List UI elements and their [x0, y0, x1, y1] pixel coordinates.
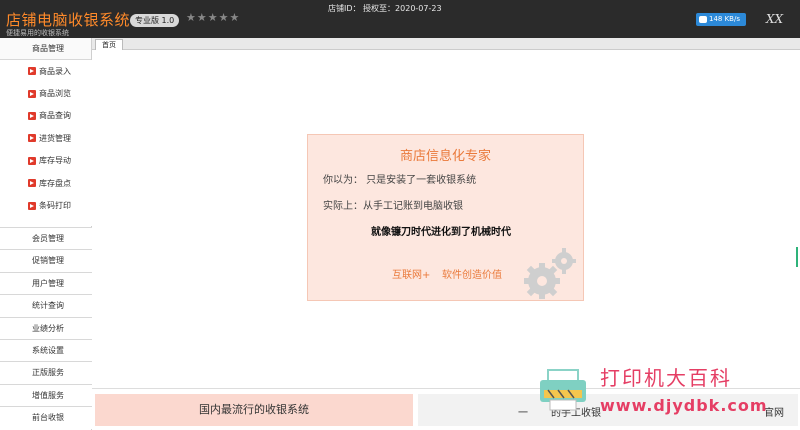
- watermark: 打印机大百科 www.djydbk.com: [520, 360, 800, 430]
- sidebar-item-label: 进货管理: [39, 133, 71, 143]
- sidebar-item-label: 商品录入: [39, 66, 71, 76]
- sidebar-item-members[interactable]: 会员管理: [0, 227, 92, 250]
- sidebar-item-performance[interactable]: 业绩分析: [0, 316, 92, 339]
- version-badge: 专业版 1.0: [130, 14, 180, 27]
- sidebar-item-goods-entry[interactable]: 商品录入: [0, 60, 92, 82]
- sidebar-item-purchase[interactable]: 进货管理: [0, 127, 92, 149]
- app-subtitle: 便捷易用的收银系统: [6, 29, 69, 37]
- arrow-right-icon: [28, 89, 36, 98]
- sidebar-item-label: 库存导动: [39, 156, 71, 166]
- network-speed: 148 KB/s: [709, 15, 740, 23]
- app-title: 店铺电脑收银系统: [6, 11, 131, 29]
- arrow-right-icon: [28, 201, 36, 210]
- gears-icon: [524, 248, 576, 299]
- sidebar-item-label: 商品浏览: [39, 89, 71, 99]
- arrow-right-icon: [28, 179, 36, 188]
- card-line-bold: 就像镰刀时代进化到了机械时代: [371, 227, 511, 238]
- sidebar-item-pos[interactable]: 前台收银: [0, 406, 92, 429]
- card-line: 实际上：从手工记账到电脑收银: [323, 201, 463, 212]
- arrow-right-icon: [28, 134, 36, 143]
- watermark-url: www.djydbk.com: [600, 396, 768, 415]
- sidebar-item-license[interactable]: 正版服务: [0, 361, 92, 384]
- sidebar-item-goods-browse[interactable]: 商品浏览: [0, 82, 92, 104]
- promo-card: 商店信息化专家 你以为： 只是安装了一套收银系统 实际上：从手工记账到电脑收银 …: [307, 134, 584, 301]
- close-button[interactable]: XX: [766, 12, 783, 26]
- sidebar-item-statistics[interactable]: 统计查询: [0, 294, 92, 317]
- printer-icon: [540, 369, 586, 411]
- scrollbar-thumb[interactable]: [796, 247, 798, 267]
- goods-submenu: 商品录入 商品浏览 商品查询 进货管理 库存导动 库存盘点 条码打印 ▼: [0, 60, 92, 245]
- card-footer-value: 软件创造价值: [442, 270, 502, 281]
- sidebar-section-goods[interactable]: 商品管理: [0, 38, 91, 60]
- banner-popular-system[interactable]: 国内最流行的收银系统: [95, 394, 413, 426]
- cloud-icon: [699, 16, 707, 23]
- title-bar: 店铺电脑收银系统 便捷易用的收银系统 专业版 1.0 ★★★★★ 店铺ID： 授…: [0, 0, 800, 38]
- sidebar-item-settings[interactable]: 系统设置: [0, 338, 92, 362]
- arrow-right-icon: [28, 156, 36, 165]
- sidebar-item-label: 条码打印: [39, 201, 71, 211]
- sidebar-item-goods-query[interactable]: 商品查询: [0, 105, 92, 127]
- sidebar-item-label: 商品查询: [39, 111, 71, 121]
- arrow-right-icon: [28, 111, 36, 120]
- tab-bar: 首页: [92, 38, 800, 51]
- sidebar-item-barcode-print[interactable]: 条码打印: [0, 194, 92, 216]
- sidebar-menu: 会员管理 促销管理 用户管理 统计查询 业绩分析 系统设置 正版服务 增值服务 …: [0, 227, 92, 429]
- network-speed-badge: 148 KB/s: [696, 13, 746, 26]
- sidebar-item-promotions[interactable]: 促销管理: [0, 249, 92, 272]
- card-line: 你以为： 只是安装了一套收银系统: [323, 175, 477, 186]
- watermark-title: 打印机大百科: [600, 366, 732, 390]
- sidebar-item-label: 库存盘点: [39, 178, 71, 188]
- sidebar: 商品管理 商品录入 商品浏览 商品查询 进货管理 库存导动 库存盘点 条码打印 …: [0, 38, 92, 430]
- sidebar-item-stocktake[interactable]: 库存盘点: [0, 172, 92, 194]
- arrow-right-icon: [28, 67, 36, 76]
- sidebar-item-stock-transfer[interactable]: 库存导动: [0, 150, 92, 172]
- rating-stars: ★★★★★: [186, 11, 241, 24]
- card-footer-internet: 互联网+: [392, 270, 431, 281]
- sidebar-item-users[interactable]: 用户管理: [0, 271, 92, 295]
- store-auth-info: 店铺ID： 授权至：2020-07-23: [328, 4, 442, 13]
- card-title: 商店信息化专家: [399, 149, 491, 164]
- sidebar-item-value-added[interactable]: 增值服务: [0, 383, 92, 407]
